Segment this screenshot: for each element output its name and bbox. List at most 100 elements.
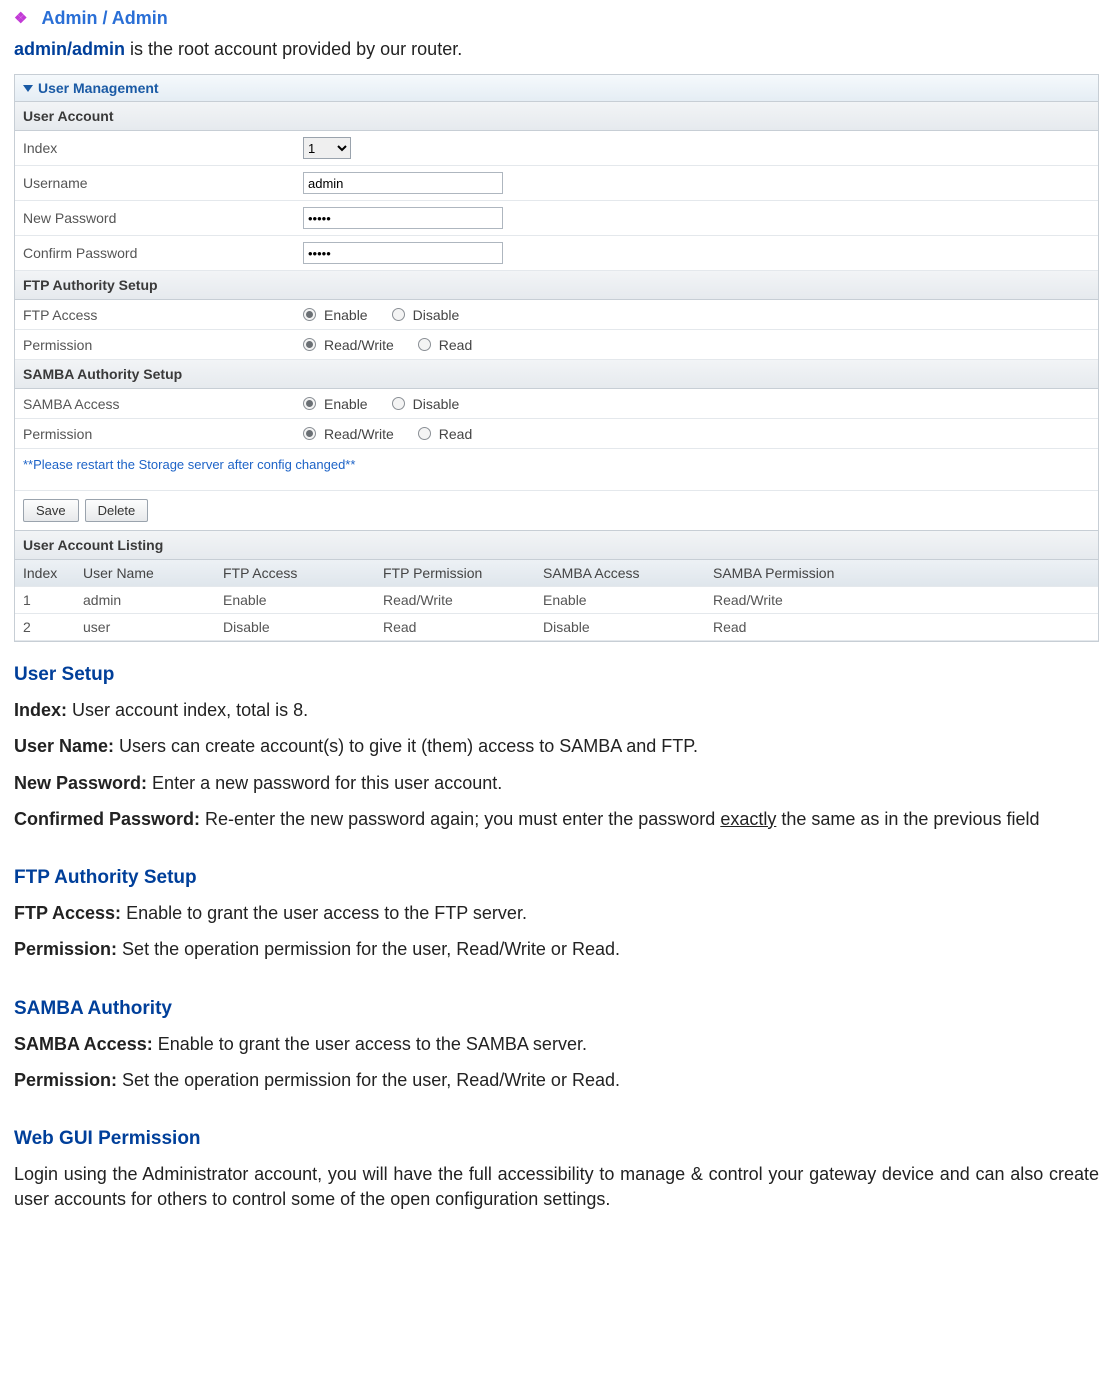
heading-user-setup: User Setup	[14, 664, 1099, 686]
intro-bold: admin/admin	[14, 39, 125, 59]
delete-button[interactable]: Delete	[85, 499, 149, 522]
save-button[interactable]: Save	[23, 499, 79, 522]
cell-samba-access: Enable	[543, 592, 713, 608]
cell-samba-access: Disable	[543, 619, 713, 635]
doc-confirmedpassword: Confirmed Password: Re-enter the new pas…	[14, 807, 1099, 831]
doc-label: User Name:	[14, 736, 114, 756]
radio-icon	[303, 397, 316, 410]
intro-text: admin/admin is the root account provided…	[14, 39, 1099, 60]
label-samba-permission: Permission	[23, 426, 303, 442]
doc-label: Index:	[14, 700, 67, 720]
radio-ftp-rw[interactable]: Read/Write	[303, 337, 394, 353]
doc-text: Enable to grant the user access to the S…	[153, 1034, 587, 1054]
username-input[interactable]	[303, 172, 503, 194]
cell-ftp-perm: Read	[383, 619, 543, 635]
col-index: Index	[23, 565, 83, 581]
cell-ftp-perm: Read/Write	[383, 592, 543, 608]
newpassword-input[interactable]	[303, 207, 503, 229]
router-panel: User Management User Account Index 1 Use…	[14, 74, 1099, 642]
opt-rw: Read/Write	[324, 337, 394, 353]
radio-icon	[392, 397, 405, 410]
diamond-icon: ❖	[14, 11, 27, 26]
opt-enable: Enable	[324, 307, 368, 323]
radio-icon	[418, 338, 431, 351]
cell-index: 1	[23, 592, 83, 608]
subsection-user-account: User Account	[15, 102, 1098, 131]
label-ftp-permission: Permission	[23, 337, 303, 353]
doc-text: Enable to grant the user access to the F…	[121, 903, 527, 923]
doc-text: Re-enter the new password again; you mus…	[200, 809, 720, 829]
heading-webgui: Web GUI Permission	[14, 1128, 1099, 1150]
row-ftp-permission: Permission Read/Write Read	[15, 330, 1098, 360]
radio-ftp-r[interactable]: Read	[418, 337, 472, 353]
button-row: Save Delete	[15, 491, 1098, 531]
subsection-ftp: FTP Authority Setup	[15, 271, 1098, 300]
doc-newpassword: New Password: Enter a new password for t…	[14, 771, 1099, 795]
row-ftp-access: FTP Access Enable Disable	[15, 300, 1098, 330]
doc-label: Confirmed Password:	[14, 809, 200, 829]
radio-samba-disable[interactable]: Disable	[392, 396, 460, 412]
doc-text: User account index, total is 8.	[67, 700, 308, 720]
opt-disable: Disable	[413, 396, 460, 412]
opt-enable: Enable	[324, 396, 368, 412]
cell-index: 2	[23, 619, 83, 635]
radio-samba-rw[interactable]: Read/Write	[303, 426, 394, 442]
cell-user: admin	[83, 592, 223, 608]
label-username: Username	[23, 175, 303, 191]
radio-ftp-enable[interactable]: Enable	[303, 307, 368, 323]
label-samba-access: SAMBA Access	[23, 396, 303, 412]
radio-icon	[418, 427, 431, 440]
subsection-listing: User Account Listing	[15, 531, 1098, 560]
doc-text: Set the operation permission for the use…	[117, 939, 620, 959]
chevron-down-icon	[23, 85, 33, 92]
radio-ftp-disable[interactable]: Disable	[392, 307, 460, 323]
opt-rw: Read/Write	[324, 426, 394, 442]
doc-username: User Name: Users can create account(s) t…	[14, 734, 1099, 758]
col-ftp-perm: FTP Permission	[383, 565, 543, 581]
label-confirmpassword: Confirm Password	[23, 245, 303, 261]
cell-ftp-access: Enable	[223, 592, 383, 608]
radio-samba-enable[interactable]: Enable	[303, 396, 368, 412]
row-username: Username	[15, 166, 1098, 201]
label-newpassword: New Password	[23, 210, 303, 226]
restart-note: **Please restart the Storage server afte…	[15, 449, 1098, 491]
heading-ftp-authority: FTP Authority Setup	[14, 867, 1099, 889]
label-index: Index	[23, 140, 303, 156]
radio-samba-r[interactable]: Read	[418, 426, 472, 442]
opt-r: Read	[439, 337, 472, 353]
row-samba-permission: Permission Read/Write Read	[15, 419, 1098, 449]
cell-samba-perm: Read	[713, 619, 1090, 635]
page-heading-row: ❖ Admin / Admin	[14, 8, 1099, 29]
doc-text: Enter a new password for this user accou…	[147, 773, 502, 793]
doc-samba-permission: Permission: Set the operation permission…	[14, 1068, 1099, 1092]
cell-samba-perm: Read/Write	[713, 592, 1090, 608]
doc-webgui-text: Login using the Administrator account, y…	[14, 1162, 1099, 1211]
doc-ftp-permission: Permission: Set the operation permission…	[14, 937, 1099, 961]
col-samba-perm: SAMBA Permission	[713, 565, 1090, 581]
section-user-management[interactable]: User Management	[15, 75, 1098, 102]
heading-samba-authority: SAMBA Authority	[14, 998, 1099, 1020]
confirmpassword-input[interactable]	[303, 242, 503, 264]
row-confirmpassword: Confirm Password	[15, 236, 1098, 271]
table-row: 1 admin Enable Read/Write Enable Read/Wr…	[15, 587, 1098, 614]
doc-text: Set the operation permission for the use…	[117, 1070, 620, 1090]
opt-r: Read	[439, 426, 472, 442]
doc-index: Index: User account index, total is 8.	[14, 698, 1099, 722]
doc-text: Users can create account(s) to give it (…	[114, 736, 698, 756]
doc-underline: exactly	[720, 809, 776, 829]
radio-icon	[303, 338, 316, 351]
doc-label: Permission:	[14, 939, 117, 959]
col-samba-access: SAMBA Access	[543, 565, 713, 581]
table-row: 2 user Disable Read Disable Read	[15, 614, 1098, 641]
doc-text: the same as in the previous field	[776, 809, 1039, 829]
col-user: User Name	[83, 565, 223, 581]
doc-samba-access: SAMBA Access: Enable to grant the user a…	[14, 1032, 1099, 1056]
radio-icon	[303, 427, 316, 440]
page-heading: Admin / Admin	[41, 8, 167, 29]
radio-icon	[392, 308, 405, 321]
cell-user: user	[83, 619, 223, 635]
radio-icon	[303, 308, 316, 321]
row-index: Index 1	[15, 131, 1098, 166]
index-select[interactable]: 1	[303, 137, 351, 159]
doc-label: FTP Access:	[14, 903, 121, 923]
